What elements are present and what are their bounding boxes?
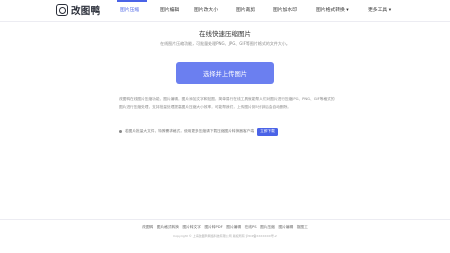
footer-link[interactable]: 图片格式转换	[157, 225, 179, 229]
header: 改图鸭 图片压缩 图片编辑 图片改大小 图片裁剪 图片加水印 图片格式转换 ▾ …	[0, 0, 450, 22]
logo-text: 改图鸭	[71, 6, 101, 17]
footer-link[interactable]: 图片转PDF	[204, 225, 222, 229]
tip-text: 若图片批量大文件，特殊需求格式，使用更多压缩请下载压缩图片转换器客户端	[125, 129, 255, 133]
description-text: 改图鸭在线图片压缩功能，图片编辑，图片添加文字和贴图，简单易行在线工具就能帮人们…	[119, 97, 335, 109]
footer-link[interactable]: 抠图工	[297, 225, 308, 229]
footer-link[interactable]: 改图鸭	[142, 225, 153, 229]
nav-item-edit[interactable]: 图片编辑	[160, 6, 179, 13]
nav-item-crop[interactable]: 图片裁剪	[236, 6, 255, 13]
upload-image-button[interactable]: 选择并上传图片	[176, 62, 274, 84]
logo[interactable]: 改图鸭	[56, 3, 100, 17]
footer-link[interactable]: 在线PS	[245, 225, 257, 229]
nav-item-resize[interactable]: 图片改大小	[194, 6, 218, 13]
bullet-icon	[119, 130, 122, 133]
footer-link[interactable]: 图片压缩	[260, 225, 275, 229]
footer: 改图鸭 图片格式转换 图片转文字 图片转PDF 图片编辑 在线PS 图片压缩 图…	[0, 219, 450, 253]
logo-icon	[56, 4, 68, 16]
nav-active-indicator	[117, 0, 147, 2]
nav-item-format-convert[interactable]: 图片格式转换 ▾	[316, 6, 349, 13]
footer-link[interactable]: 图片编辑	[278, 225, 293, 229]
page-subtitle: 在线图片压缩功能，可批量处理PNG、JPG、GIF等图片格式的文件大小。	[160, 41, 290, 46]
download-now-button[interactable]: 立即下载	[257, 127, 278, 136]
footer-links: 改图鸭 图片格式转换 图片转文字 图片转PDF 图片编辑 在线PS 图片压缩 图…	[0, 225, 450, 230]
nav-item-watermark[interactable]: 图片加水印	[273, 6, 297, 13]
nav-item-more-tools[interactable]: 更多工具 ▾	[368, 6, 391, 13]
nav-item-compress[interactable]: 图片压缩	[120, 6, 139, 13]
footer-link[interactable]: 图片编辑	[226, 225, 241, 229]
page-title: 在线快速压缩图片	[199, 30, 251, 38]
client-download-tip: 若图片批量大文件，特殊需求格式，使用更多压缩请下载压缩图片转换器客户端 立即下载	[119, 127, 278, 136]
footer-link[interactable]: 图片转文字	[182, 225, 200, 229]
copyright-text: Copyright © 上海改图鸭网络科技有限公司 版权所有 沪ICP备XXXX…	[173, 234, 277, 238]
